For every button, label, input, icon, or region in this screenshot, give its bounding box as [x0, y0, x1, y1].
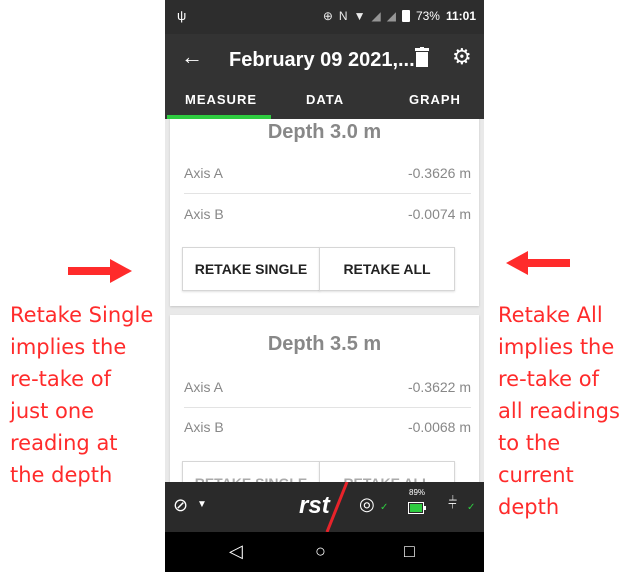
status-icons: ⊕ N ▼ ◢ ◢ 73% 11:01: [323, 9, 476, 23]
nfc-icon: N: [338, 9, 348, 23]
recents-square-icon[interactable]: □: [404, 541, 415, 561]
usb-icon: ψ: [177, 8, 187, 23]
axis-label: Axis B: [184, 419, 224, 435]
device-status-bar: ⊘ ▼ rst ◎ ✓ 89% ⫩ ✓: [165, 482, 484, 532]
signal-icon: ◢: [386, 9, 396, 23]
back-triangle-icon[interactable]: ◁: [229, 541, 243, 561]
chevron-down-icon[interactable]: ▼: [197, 499, 207, 510]
left-pointing-arrow-icon: [506, 251, 570, 275]
trash-icon[interactable]: [415, 47, 429, 67]
annotation-line: implies the: [10, 335, 127, 359]
retake-single-button[interactable]: RETAKE SINGLE: [182, 461, 320, 482]
annotation-line: all readings: [498, 399, 620, 423]
location-icon: ⊕: [322, 9, 333, 23]
right-pointing-arrow-icon: [68, 259, 132, 283]
logo-slash: [325, 482, 349, 532]
home-circle-icon[interactable]: ○: [315, 541, 326, 561]
annotation-line: current: [498, 463, 574, 487]
tab-bar: MEASURE DATA GRAPH: [165, 84, 484, 119]
axis-label: Axis A: [184, 379, 223, 395]
annotation-line: reading at: [10, 431, 118, 455]
annotation-line: Retake All: [498, 303, 603, 327]
axis-value: -0.3622 m: [407, 379, 471, 395]
check-icon: ✓: [380, 502, 389, 513]
row-divider: [184, 193, 471, 194]
axis-label: Axis A: [184, 165, 223, 181]
annotation-line: depth: [498, 495, 560, 519]
depth-card: Depth 3.0 m Axis A -0.3626 m Axis B -0.0…: [170, 119, 479, 306]
tab-graph[interactable]: GRAPH: [409, 92, 461, 107]
annotation-line: to the: [498, 431, 561, 455]
page-title: February 09 2021,...: [229, 49, 415, 71]
retake-all-annotation: Retake All implies the re-take of all re…: [498, 299, 620, 523]
check-icon: ✓: [467, 502, 476, 513]
tab-measure[interactable]: MEASURE: [185, 92, 257, 107]
retake-all-button[interactable]: RETAKE ALL: [319, 461, 455, 482]
row-divider: [184, 407, 471, 408]
retake-single-button[interactable]: RETAKE SINGLE: [182, 247, 320, 291]
retake-all-button[interactable]: RETAKE ALL: [319, 247, 455, 291]
gear-icon[interactable]: ⚙: [452, 45, 472, 69]
clock: 11:01: [445, 9, 476, 23]
phone-screen: ψ ⊕ N ▼ ◢ ◢ 73% 11:01 ← February 09 2021…: [165, 0, 484, 572]
status-bar: ψ ⊕ N ▼ ◢ ◢ 73% 11:01: [165, 0, 484, 34]
axis-value: -0.0074 m: [407, 206, 471, 222]
annotation-line: the depth: [10, 463, 113, 487]
battery-icon: [401, 10, 410, 22]
retake-single-annotation: Retake Single implies the re-take of jus…: [10, 299, 153, 491]
annotation-line: implies the: [498, 335, 615, 359]
depth-card: Depth 3.5 m Axis A -0.3622 m Axis B -0.0…: [170, 315, 479, 482]
back-arrow-icon[interactable]: ←: [181, 44, 203, 70]
cable-icon: ⫩: [448, 495, 458, 512]
signal-icon: ◢: [371, 9, 381, 23]
app-bar: ← February 09 2021,... ⚙: [165, 34, 484, 84]
annotation-line: re-take of: [498, 367, 600, 391]
annotation-line: just one: [10, 399, 95, 423]
android-nav-bar: ◁ ○ □: [165, 532, 484, 572]
depth-title: Depth 3.5 m: [267, 333, 382, 355]
depth-title: Depth 3.0 m: [267, 121, 382, 143]
wifi-icon: ▼: [353, 9, 366, 23]
measure-list[interactable]: Depth 3.0 m Axis A -0.3626 m Axis B -0.0…: [165, 119, 484, 482]
battery-percent: 73%: [415, 9, 440, 23]
compass-icon[interactable]: ⊘: [173, 495, 188, 516]
axis-value: -0.0068 m: [407, 419, 471, 435]
device-battery-icon: [408, 502, 426, 514]
annotation-line: re-take of: [10, 367, 112, 391]
annotation-line: Retake Single: [10, 303, 154, 327]
probe-icon: ◎: [359, 494, 375, 514]
axis-label: Axis B: [184, 206, 224, 222]
device-battery-percent: 89%: [409, 488, 426, 497]
tab-data[interactable]: DATA: [306, 92, 344, 107]
axis-value: -0.3626 m: [407, 165, 471, 181]
